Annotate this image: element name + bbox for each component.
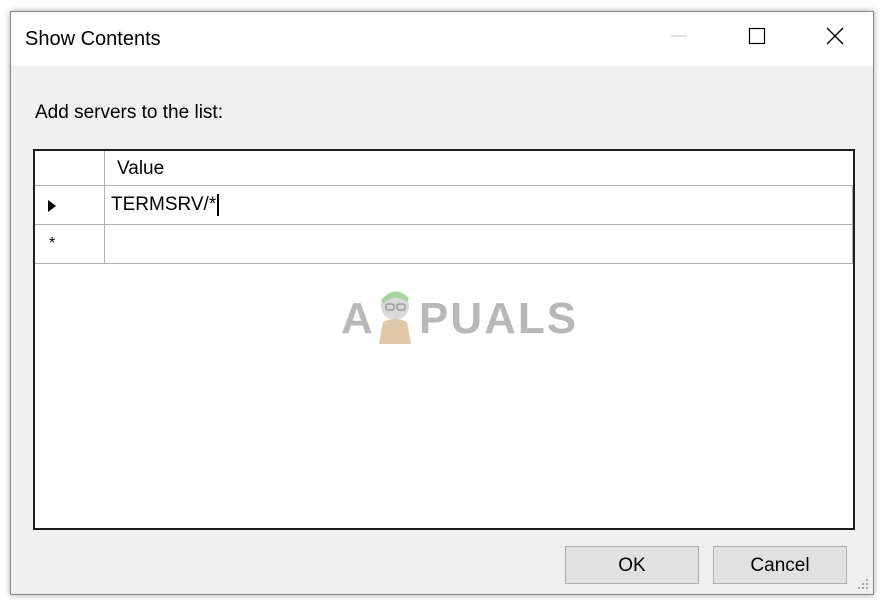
watermark-letter-a: A — [341, 294, 375, 343]
table-row[interactable]: TERMSRV/* — [35, 186, 853, 225]
show-contents-dialog: Show Contents Add servers to the list: V… — [10, 11, 874, 595]
window-title: Show Contents — [25, 28, 161, 50]
ok-button[interactable]: OK — [565, 546, 699, 584]
resize-grip-icon[interactable] — [857, 578, 869, 590]
minimize-icon — [671, 35, 687, 37]
new-row[interactable]: * — [35, 225, 853, 264]
text-caret — [217, 193, 220, 216]
mascot-icon — [379, 291, 411, 344]
row-selector[interactable] — [35, 186, 105, 225]
appuals-watermark: A PUALS — [341, 284, 576, 348]
value-column-header[interactable]: Value — [105, 151, 853, 186]
grid-corner-header[interactable] — [35, 151, 105, 186]
maximize-icon — [748, 27, 766, 45]
title-bar[interactable]: Show Contents — [11, 12, 873, 66]
watermark-text-rest: PUALS — [419, 294, 579, 343]
new-row-selector[interactable]: * — [35, 225, 105, 264]
close-button[interactable] — [807, 12, 863, 60]
cancel-button[interactable]: Cancel — [713, 546, 847, 584]
value-cell-editing[interactable]: TERMSRV/* — [105, 186, 853, 225]
instruction-label: Add servers to the list: — [35, 102, 223, 123]
close-icon — [826, 27, 844, 45]
maximize-button[interactable] — [729, 12, 785, 60]
minimize-button — [651, 12, 707, 60]
current-row-arrow-icon — [48, 200, 56, 212]
value-cell-empty[interactable] — [105, 225, 853, 264]
cell-text: TERMSRV/* — [111, 194, 217, 215]
new-row-star-icon: * — [49, 235, 56, 252]
